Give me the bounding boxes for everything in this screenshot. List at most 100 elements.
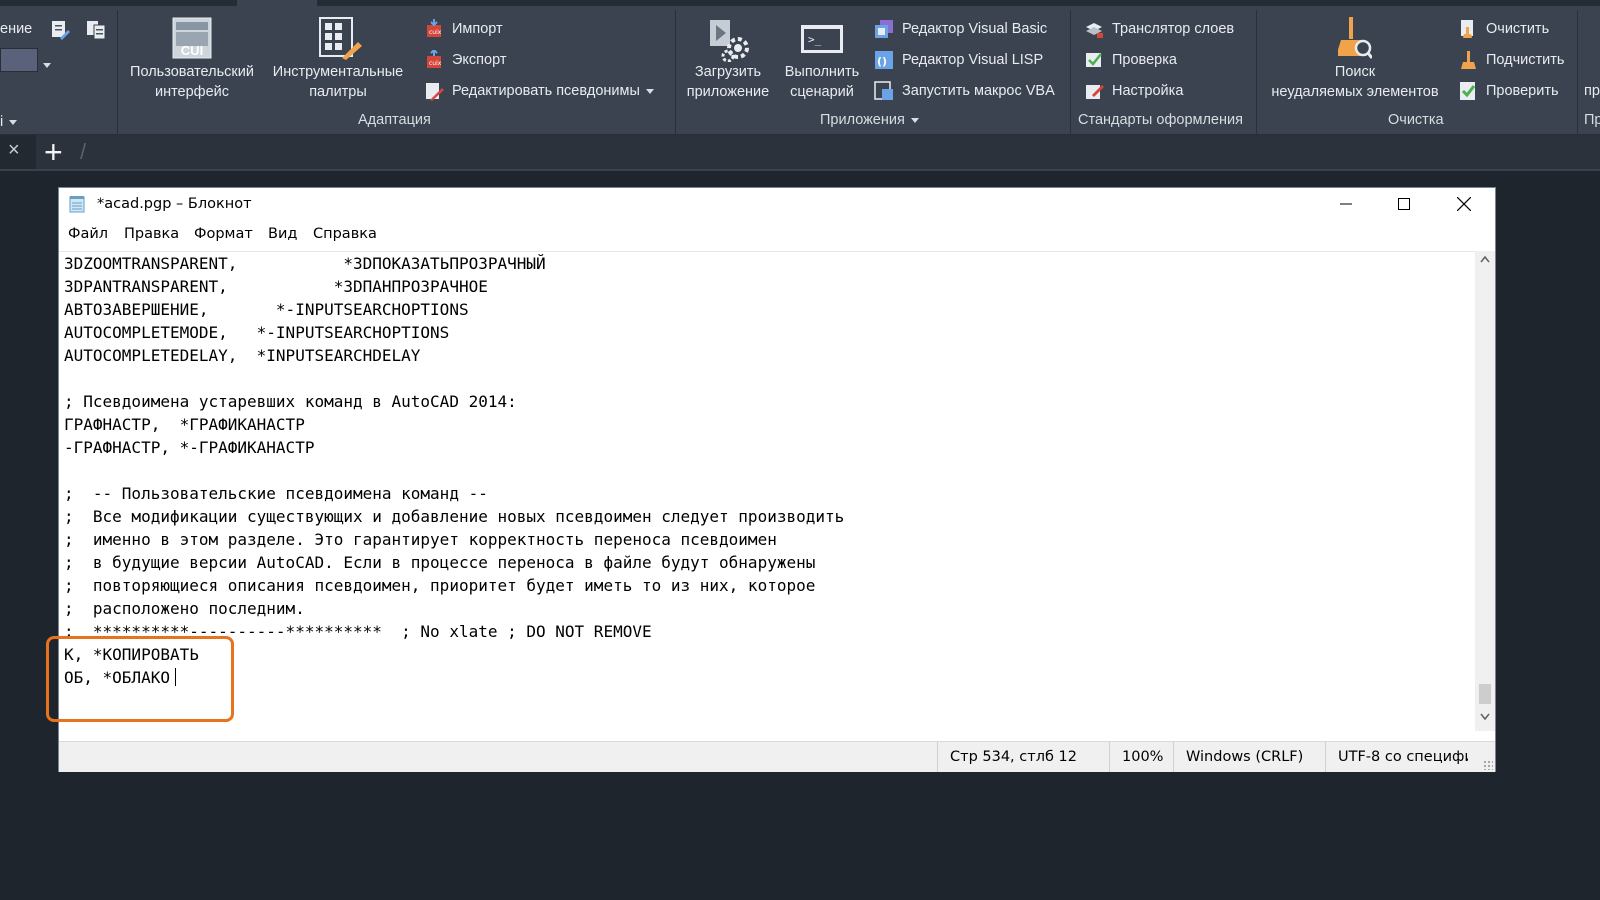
chevron-down-icon <box>9 119 18 125</box>
panel-separator <box>1577 10 1578 134</box>
text-line: ; Псевдоимена устаревших команд в AutoCA… <box>64 392 517 411</box>
tool-palettes-icon[interactable] <box>318 16 362 65</box>
scroll-down-icon[interactable] <box>1480 713 1490 721</box>
chevron-down-icon <box>43 57 51 75</box>
audit-button[interactable]: Проверить <box>1458 79 1559 103</box>
resize-grip-icon[interactable] <box>1483 760 1493 770</box>
close-icon <box>1457 197 1471 211</box>
run-vba-label: Запустить макрос VBA <box>902 83 1055 99</box>
layer-translator-icon <box>1084 19 1104 39</box>
import-button[interactable]: cuix Импорт <box>424 17 503 41</box>
close-tab-icon[interactable]: × <box>8 139 20 162</box>
audit-label: Проверить <box>1486 83 1559 99</box>
find-non-purgeable-icon[interactable] <box>1336 16 1374 65</box>
cui-icon-text: CUI <box>180 43 204 58</box>
highlight-annotation <box>46 636 234 722</box>
text-line: АВТОЗАВЕРШЕНИЕ, *-INPUTSEARCHOPTIONS <box>64 300 469 319</box>
notepad-titlebar[interactable]: *acad.pgp – Блокнот <box>59 188 1495 220</box>
panel-title-applications[interactable]: Приложения <box>820 112 919 128</box>
cui-button-label[interactable]: Пользовательский интерфейс <box>122 62 262 102</box>
edit-aliases-icon <box>424 81 444 101</box>
run-script-button-label[interactable]: Выполнить сценарий <box>772 62 872 102</box>
purge-button[interactable]: Очистить <box>1458 17 1549 41</box>
ribbon-left-panel-title[interactable]: і <box>0 110 18 134</box>
vb-editor-button[interactable]: Редактор Visual Basic <box>874 17 1047 41</box>
scroll-up-icon[interactable] <box>1480 255 1490 263</box>
standards-settings-button[interactable]: Настройка <box>1084 79 1183 103</box>
import-label: Импорт <box>452 21 503 37</box>
export-icon: cuix <box>424 48 444 70</box>
menu-edit[interactable]: Правка <box>124 226 179 242</box>
import-icon: cuix <box>424 19 444 39</box>
vb-editor-label: Редактор Visual Basic <box>902 21 1048 37</box>
overkill-button[interactable]: Подчистить <box>1458 48 1564 72</box>
close-button[interactable] <box>1435 188 1493 220</box>
layer-translator-label: Транслятор слоев <box>1112 21 1235 37</box>
menu-format[interactable]: Формат <box>194 226 253 242</box>
menu-file[interactable]: Файл <box>68 226 108 242</box>
export-button[interactable]: cuix Экспорт <box>424 48 506 72</box>
purge-label: Очистить <box>1486 21 1550 37</box>
svg-text:>_: >_ <box>808 33 822 46</box>
menu-help[interactable]: Справка <box>313 226 377 242</box>
panel-title-right: Пр <box>1584 112 1600 128</box>
ribbon-right-item-label: пр <box>1584 83 1600 99</box>
text-line: AUTOCOMPLETEMODE, *-INPUTSEARCHOPTIONS <box>64 323 450 342</box>
panel-separator <box>675 10 676 134</box>
tool-palettes-button-label[interactable]: Инструментальные палитры <box>268 62 408 102</box>
ribbon-left-panel-title-label: і <box>0 114 4 130</box>
text-line: -ГРАФНАСТР, *-ГРАФИКАНАСТР <box>64 438 315 457</box>
run-vba-button[interactable]: Запустить макрос VBA <box>874 79 1055 103</box>
ribbon-right-item[interactable]: пр <box>1584 79 1600 103</box>
status-line-endings: Windows (CRLF) <box>1173 742 1326 772</box>
panel-title-cleanup: Очистка <box>1388 112 1444 128</box>
status-position: Стр 534, стлб 12 <box>937 742 1110 772</box>
notepad-text-area[interactable]: 3DZOOMTRANSPARENT, *3DПОКАЗАТЬПРОЗРАЧНЫЙ… <box>59 251 1475 732</box>
panel-separator <box>1070 10 1071 134</box>
layer-translator-button[interactable]: Транслятор слоев <box>1084 17 1234 41</box>
standards-check-button[interactable]: Проверка <box>1084 48 1177 72</box>
text-line: ; расположено последним. <box>64 599 305 618</box>
lisp-editor-button[interactable]: () Редактор Visual LISP <box>874 48 1043 72</box>
standards-settings-icon <box>1084 81 1104 101</box>
run-vba-icon <box>874 81 894 101</box>
edit-aliases-button[interactable]: Редактировать псевдонимы <box>424 79 654 103</box>
text-line: ; в будущие версии AutoCAD. Если в проце… <box>64 553 816 572</box>
copy-doc-icon[interactable] <box>86 20 106 45</box>
text-line: ; -- Пользовательские псевдоимена команд… <box>64 484 488 503</box>
export-label: Экспорт <box>452 52 507 68</box>
panel-separator <box>117 10 118 134</box>
menu-view[interactable]: Вид <box>268 226 297 242</box>
edit-doc-icon[interactable] <box>50 20 70 45</box>
load-application-icon[interactable] <box>708 18 752 67</box>
new-tab-button[interactable]: + <box>44 134 63 171</box>
ribbon: ение і CUI Пользовательский интерфейс Ин… <box>0 6 1600 135</box>
overkill-icon <box>1458 50 1478 70</box>
scrollbar-thumb[interactable] <box>1479 684 1491 704</box>
run-script-icon[interactable]: >_ <box>800 24 844 59</box>
maximize-button[interactable] <box>1375 188 1433 220</box>
audit-icon <box>1458 81 1478 101</box>
text-line: ; именно в этом разделе. Это гарантирует… <box>64 530 777 549</box>
ribbon-left-item-label: ение <box>0 21 33 37</box>
notepad-window: *acad.pgp – Блокнот Файл Правка Формат В… <box>59 188 1495 772</box>
vb-editor-icon <box>874 19 894 39</box>
cui-icon[interactable]: CUI <box>172 16 212 65</box>
standards-check-label: Проверка <box>1112 52 1177 68</box>
ribbon-left-item[interactable]: ение <box>0 17 32 41</box>
vertical-scrollbar[interactable] <box>1475 251 1495 731</box>
maximize-icon <box>1398 198 1410 210</box>
minimize-button[interactable] <box>1317 188 1375 220</box>
find-non-purgeable-button-label[interactable]: Поиск неудаляемых элементов <box>1262 62 1448 102</box>
text-line: ; повторяющиеся описания псевдоимен, при… <box>64 576 816 595</box>
edit-aliases-label: Редактировать псевдонимы <box>452 83 640 99</box>
purge-icon <box>1458 19 1478 39</box>
panel-title-adaptation: Адаптация <box>358 112 431 128</box>
ribbon-left-dropdown[interactable] <box>0 48 51 72</box>
text-line: 3DZOOMTRANSPARENT, *3DПОКАЗАТЬПРОЗРАЧНЫЙ <box>64 254 546 273</box>
text-line: ; Все модификации существующих и добавле… <box>64 507 845 526</box>
svg-text:(): () <box>877 55 887 68</box>
standards-settings-label: Настройка <box>1112 83 1184 99</box>
notepad-icon <box>69 195 85 213</box>
load-application-button-label[interactable]: Загрузить приложение <box>678 62 778 102</box>
